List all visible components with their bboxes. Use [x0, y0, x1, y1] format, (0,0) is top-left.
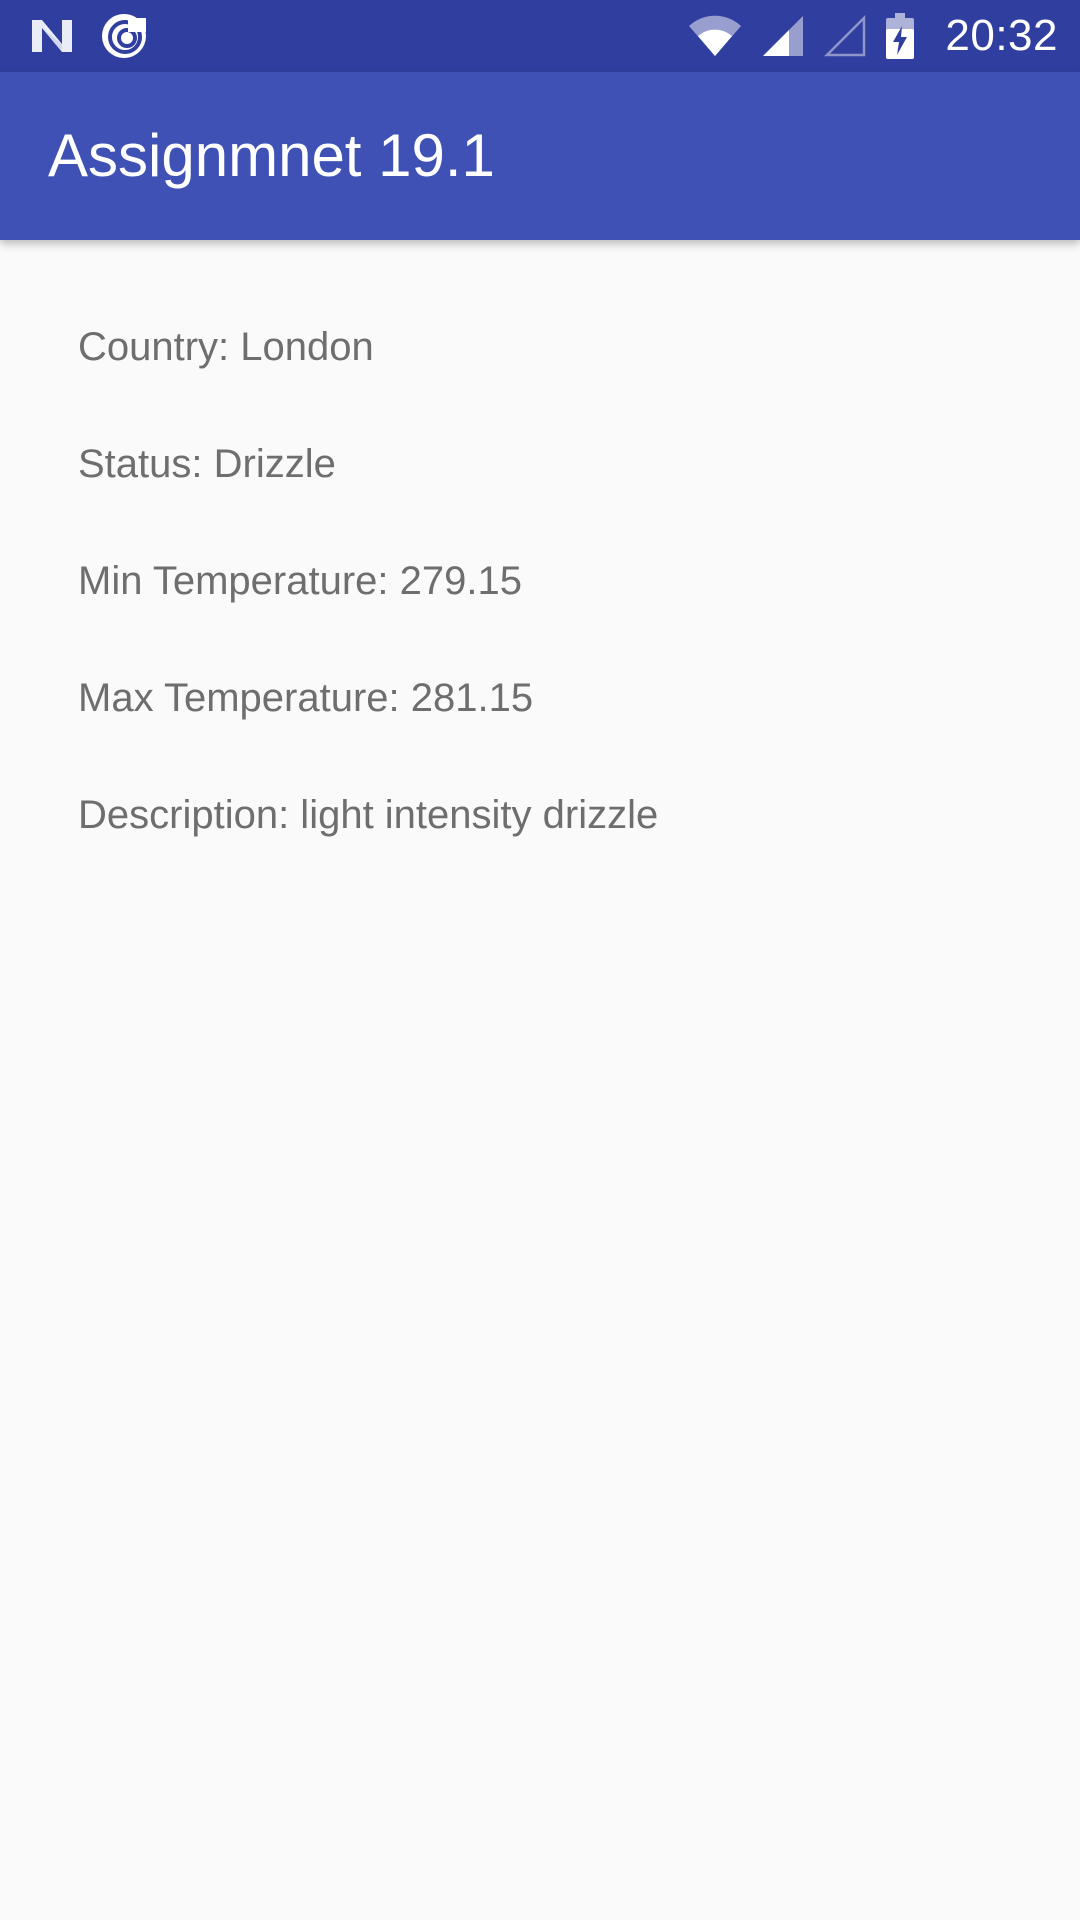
weather-info: Country: London Status: Drizzle Min Temp…	[78, 312, 658, 897]
n-logo-icon	[30, 16, 74, 56]
country-text: Country: London	[78, 325, 374, 369]
app-bar: Assignmnet 19.1	[0, 72, 1080, 240]
wifi-icon	[687, 14, 743, 58]
signal-icon	[761, 14, 805, 58]
description-text: Description: light intensity drizzle	[78, 793, 659, 837]
app-title: Assignmnet 19.1	[48, 122, 495, 189]
max-temperature-text: Max Temperature: 281.15	[78, 676, 534, 720]
status-left-icons	[30, 12, 148, 60]
status-text: Status: Drizzle	[78, 442, 336, 486]
status-time: 20:32	[945, 11, 1058, 60]
battery-charging-icon	[885, 13, 915, 59]
min-temperature-text: Min Temperature: 279.15	[78, 559, 522, 603]
status-right-icons: 20:32	[687, 0, 1058, 72]
status-bar: 20:32	[0, 0, 1080, 72]
app-notification-icon	[100, 12, 148, 60]
signal-empty-icon	[823, 14, 867, 58]
